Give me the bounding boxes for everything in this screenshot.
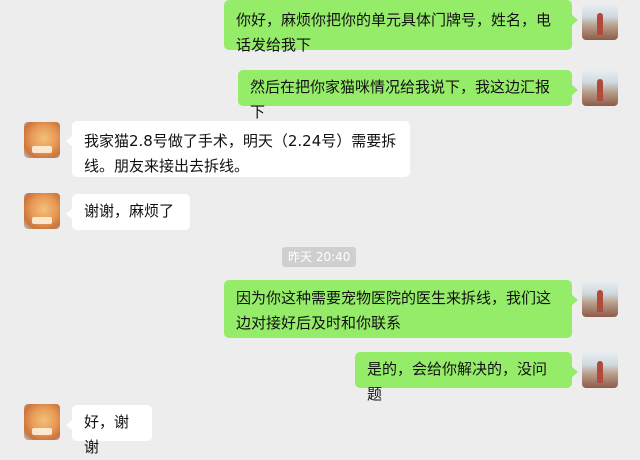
- self-avatar[interactable]: [582, 281, 618, 317]
- message-text: 你好，麻烦你把你的单元具体门牌号，姓名，电话发给我下: [236, 11, 552, 54]
- message-bubble[interactable]: 我家猫2.8号做了手术，明天（2.24号）需要拆线。朋友来接出去拆线。: [66, 121, 410, 177]
- timestamp-label: 昨天 20:40: [282, 247, 357, 267]
- self-avatar[interactable]: [582, 70, 618, 106]
- message-text: 我家猫2.8号做了手术，明天（2.24号）需要拆线。朋友来接出去拆线。: [84, 132, 397, 175]
- contact-avatar[interactable]: [24, 193, 60, 229]
- message-bubble[interactable]: 因为你这种需要宠物医院的医生来拆线，我们这边对接好后及时和你联系: [224, 280, 578, 338]
- self-avatar[interactable]: [582, 4, 618, 40]
- contact-avatar[interactable]: [24, 122, 60, 158]
- self-avatar[interactable]: [582, 352, 618, 388]
- message-text: 谢谢，麻烦了: [84, 202, 175, 220]
- message-bubble[interactable]: 你好，麻烦你把你的单元具体门牌号，姓名，电话发给我下: [224, 0, 578, 54]
- message-text: 是的，会给你解决的，没问题: [367, 360, 548, 403]
- message-bubble[interactable]: 谢谢，麻烦了: [66, 194, 190, 230]
- message-text: 因为你这种需要宠物医院的医生来拆线，我们这边对接好后及时和你联系: [236, 289, 552, 332]
- message-bubble[interactable]: 好，谢谢: [66, 405, 152, 456]
- message-bubble[interactable]: 然后在把你家猫咪情况给我说下，我这边汇报下: [238, 70, 578, 121]
- contact-avatar[interactable]: [24, 404, 60, 440]
- message-text: 好，谢谢: [84, 413, 130, 456]
- message-text: 然后在把你家猫咪情况给我说下，我这边汇报下: [250, 78, 551, 121]
- message-bubble[interactable]: 是的，会给你解决的，没问题: [355, 352, 578, 403]
